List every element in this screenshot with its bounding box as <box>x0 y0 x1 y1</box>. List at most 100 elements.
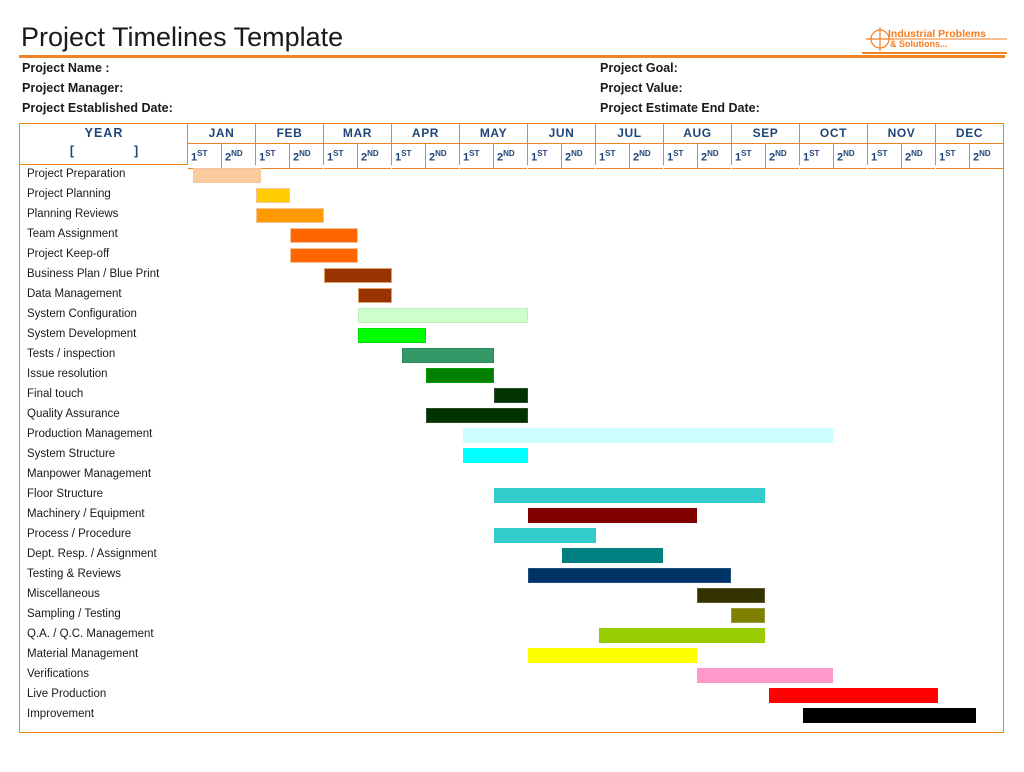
task-timeline-lane[interactable] <box>188 585 1003 605</box>
gantt-bar[interactable] <box>289 227 358 243</box>
gantt-bar[interactable] <box>255 187 290 203</box>
month-column-oct: OCT 1ST 2ND <box>800 124 868 169</box>
task-timeline-lane[interactable] <box>188 485 1003 505</box>
gantt-bar[interactable] <box>493 527 596 543</box>
task-timeline-lane[interactable] <box>188 465 1003 485</box>
task-row[interactable]: Manpower Management <box>20 465 1003 485</box>
task-timeline-lane[interactable] <box>188 605 1003 625</box>
task-label: Improvement <box>27 708 95 720</box>
task-label: System Development <box>27 328 137 340</box>
gantt-bar[interactable] <box>425 407 528 423</box>
gantt-bar[interactable] <box>493 487 766 503</box>
task-timeline-lane[interactable] <box>188 205 1003 225</box>
gantt-bar[interactable] <box>289 247 358 263</box>
task-timeline-lane[interactable] <box>188 625 1003 645</box>
task-row[interactable]: Project Preparation <box>20 165 1003 185</box>
gantt-bar[interactable] <box>697 667 834 683</box>
task-timeline-lane[interactable] <box>188 665 1003 685</box>
gantt-bar[interactable] <box>323 267 392 283</box>
task-row[interactable]: Machinery / Equipment <box>20 505 1003 525</box>
task-row[interactable]: Production Management <box>20 425 1003 445</box>
gantt-bar[interactable] <box>193 167 261 183</box>
task-label: Q.A. / Q.C. Management <box>27 628 154 640</box>
task-label: Testing & Reviews <box>27 568 121 580</box>
task-row[interactable]: System Development <box>20 325 1003 345</box>
task-label: Floor Structure <box>27 488 104 500</box>
task-row[interactable]: Miscellaneous <box>20 585 1003 605</box>
task-row[interactable]: Material Management <box>20 645 1003 665</box>
gantt-bar[interactable] <box>463 427 834 443</box>
gantt-bar[interactable] <box>357 287 392 303</box>
gantt-bar[interactable] <box>463 447 528 463</box>
task-timeline-lane[interactable] <box>188 245 1003 265</box>
project-meta-left: Project Name : Project Manager: Project … <box>22 58 173 118</box>
project-value-label: Project Value: <box>600 81 683 95</box>
task-timeline-lane[interactable] <box>188 445 1003 465</box>
task-row[interactable]: Team Assignment <box>20 225 1003 245</box>
task-row[interactable]: Verifications <box>20 665 1003 685</box>
task-row[interactable]: Data Management <box>20 285 1003 305</box>
task-row[interactable]: Process / Procedure <box>20 525 1003 545</box>
gantt-bar[interactable] <box>357 327 426 343</box>
gantt-bar[interactable] <box>255 207 324 223</box>
task-row[interactable]: Final touch <box>20 385 1003 405</box>
gantt-bar[interactable] <box>561 547 664 563</box>
task-row[interactable]: Issue resolution <box>20 365 1003 385</box>
task-timeline-lane[interactable] <box>188 305 1003 325</box>
task-row[interactable]: System Structure <box>20 445 1003 465</box>
task-timeline-lane[interactable] <box>188 165 1003 185</box>
task-row[interactable]: Floor Structure <box>20 485 1003 505</box>
task-label: Team Assignment <box>27 228 118 240</box>
task-row[interactable]: Dept. Resp. / Assignment <box>20 545 1003 565</box>
task-row[interactable]: Sampling / Testing <box>20 605 1003 625</box>
task-row[interactable]: Planning Reviews <box>20 205 1003 225</box>
year-input-brackets[interactable]: [] <box>20 144 188 158</box>
gantt-bar[interactable] <box>357 307 528 323</box>
task-row[interactable]: Q.A. / Q.C. Management <box>20 625 1003 645</box>
task-timeline-lane[interactable] <box>188 565 1003 585</box>
task-timeline-lane[interactable] <box>188 405 1003 425</box>
task-timeline-lane[interactable] <box>188 285 1003 305</box>
gantt-bar[interactable] <box>527 567 732 583</box>
task-timeline-lane[interactable] <box>188 425 1003 445</box>
task-timeline-lane[interactable] <box>188 225 1003 245</box>
gantt-bar[interactable] <box>802 707 976 723</box>
gantt-bar[interactable] <box>401 347 494 363</box>
task-timeline-lane[interactable] <box>188 265 1003 285</box>
task-timeline-lane[interactable] <box>188 365 1003 385</box>
task-row[interactable]: Testing & Reviews <box>20 565 1003 585</box>
task-row[interactable]: Quality Assurance <box>20 405 1003 425</box>
task-row[interactable]: Business Plan / Blue Print <box>20 265 1003 285</box>
gantt-bar[interactable] <box>425 367 494 383</box>
project-timeline-page: Project Timelines Template Industrial Pr… <box>0 0 1024 772</box>
task-row[interactable]: Live Production <box>20 685 1003 705</box>
gantt-bar[interactable] <box>493 387 528 403</box>
task-timeline-lane[interactable] <box>188 545 1003 565</box>
task-timeline-lane[interactable] <box>188 385 1003 405</box>
task-row[interactable]: System Configuration <box>20 305 1003 325</box>
task-row[interactable]: Improvement <box>20 705 1003 725</box>
year-bracket-close: ] <box>134 144 139 158</box>
task-timeline-lane[interactable] <box>188 525 1003 545</box>
task-timeline-lane[interactable] <box>188 345 1003 365</box>
task-row[interactable]: Project Keep-off <box>20 245 1003 265</box>
industrial-problems-and-solutions-logo: Industrial Problems & Solutions... <box>862 24 1007 54</box>
gantt-bar[interactable] <box>598 627 766 643</box>
task-timeline-lane[interactable] <box>188 185 1003 205</box>
task-label: Project Planning <box>27 188 111 200</box>
gantt-bar[interactable] <box>697 587 766 603</box>
month-name-label: SEP <box>732 124 799 144</box>
task-timeline-lane[interactable] <box>188 325 1003 345</box>
gantt-bar[interactable] <box>527 507 698 523</box>
gantt-bar[interactable] <box>527 647 698 663</box>
task-row[interactable]: Project Planning <box>20 185 1003 205</box>
gantt-bar[interactable] <box>768 687 939 703</box>
task-timeline-lane[interactable] <box>188 645 1003 665</box>
task-timeline-lane[interactable] <box>188 505 1003 525</box>
month-column-jan: JAN 1ST 2ND <box>188 124 256 169</box>
gantt-bar[interactable] <box>731 607 766 623</box>
task-row[interactable]: Tests / inspection <box>20 345 1003 365</box>
task-label: System Structure <box>27 448 116 460</box>
task-timeline-lane[interactable] <box>188 705 1003 725</box>
task-timeline-lane[interactable] <box>188 685 1003 705</box>
